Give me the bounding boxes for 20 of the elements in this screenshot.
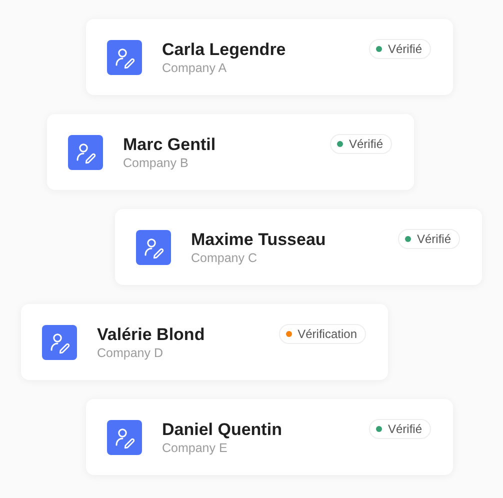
contact-name: Maxime Tusseau bbox=[191, 228, 327, 250]
status-label: Vérifié bbox=[416, 232, 451, 246]
contact-name: Valérie Blond bbox=[97, 324, 206, 344]
company-name: Company E bbox=[162, 440, 228, 456]
status-label: Vérifié bbox=[388, 422, 422, 436]
user-edit-icon bbox=[107, 40, 142, 74]
user-edit-icon bbox=[68, 134, 103, 170]
status-label: Vérification bbox=[298, 327, 357, 341]
company-name: Company A bbox=[162, 60, 228, 76]
user-edit-icon bbox=[136, 230, 171, 264]
status-label: Vérifié bbox=[348, 137, 383, 151]
contact-name: Marc Gentil bbox=[123, 134, 217, 154]
user-edit-icon bbox=[107, 420, 142, 454]
company-name: Company B bbox=[123, 154, 190, 170]
company-name: Company D bbox=[97, 344, 164, 360]
user-edit-icon bbox=[42, 324, 77, 360]
status-label: Vérifié bbox=[388, 42, 422, 56]
contact-name: Carla Legendre bbox=[162, 38, 287, 60]
contact-name: Daniel Quentin bbox=[162, 418, 283, 440]
company-name: Company C bbox=[191, 250, 258, 266]
